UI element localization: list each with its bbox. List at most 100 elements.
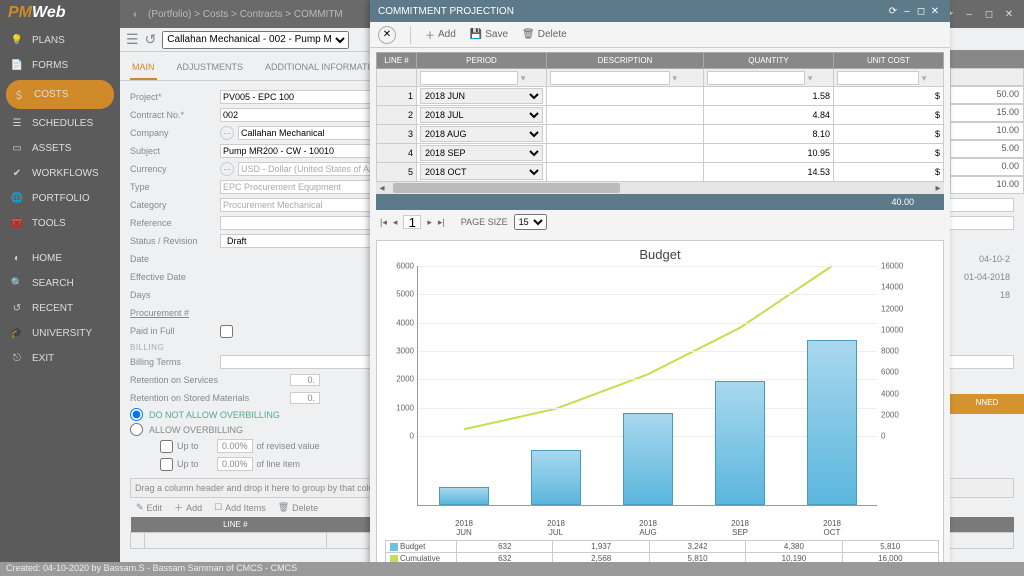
nav-label: EXIT <box>32 353 54 364</box>
sidebar-item-forms[interactable]: 📄FORMS <box>0 53 120 78</box>
cell-desc[interactable] <box>547 125 704 144</box>
cell-period[interactable]: 2018 JUN <box>417 87 547 106</box>
cell-qty[interactable]: 8.10 <box>704 125 834 144</box>
modal-close-icon[interactable]: ✕ <box>928 6 942 17</box>
filter-icon[interactable]: ▾ <box>673 73 678 83</box>
table-row[interactable]: 42018 SEP10.95$ <box>377 144 944 163</box>
page-prev-icon[interactable]: ◂ <box>393 217 398 228</box>
minimize-icon[interactable]: – <box>962 7 976 21</box>
mcol-cost[interactable]: UNIT COST <box>834 53 944 69</box>
page-first-icon[interactable]: |◂ <box>380 217 387 228</box>
table-row[interactable]: 32018 AUG8.10$ <box>377 125 944 144</box>
page-size-select[interactable]: 15 <box>514 214 547 230</box>
modal-refresh-icon[interactable]: ⟳ <box>886 6 900 17</box>
cell-desc[interactable] <box>547 144 704 163</box>
modal-save-button[interactable]: 💾Save <box>470 29 508 40</box>
chk-upto2[interactable] <box>160 458 173 471</box>
scroll-right-icon[interactable]: ▸ <box>932 182 944 194</box>
sidebar-item-portfolio[interactable]: 🌐PORTFOLIO <box>0 186 120 211</box>
cell-qty[interactable]: 10.95 <box>704 144 834 163</box>
table-row[interactable]: 52018 OCT14.53$ <box>377 163 944 182</box>
logo-b: Web <box>32 4 65 21</box>
grid-delete-button[interactable]: 🗑 Delete <box>278 501 318 514</box>
cell-period[interactable]: 2018 JUL <box>417 106 547 125</box>
cell-qty[interactable]: 14.53 <box>704 163 834 182</box>
breadcrumb[interactable]: (Portfolio) > Costs > Contracts > COMMIT… <box>148 9 343 20</box>
bar <box>807 340 857 505</box>
cell-period[interactable]: 2018 SEP <box>417 144 547 163</box>
sidebar-item-costs[interactable]: ＄COSTS <box>6 80 114 109</box>
filter-desc[interactable] <box>550 71 670 85</box>
filter-icon[interactable]: ▾ <box>521 73 526 83</box>
modal-minimize-icon[interactable]: – <box>900 6 914 17</box>
filter-period[interactable] <box>420 71 518 85</box>
back-icon[interactable]: ‹ <box>128 7 142 21</box>
lbl-no-overbill: DO NOT ALLOW OVERBILLING <box>149 410 280 420</box>
lookup-company-icon[interactable]: ⋯ <box>220 126 234 140</box>
right-cell: 0.00 <box>950 158 1024 176</box>
sidebar-item-tools[interactable]: 🧰TOOLS <box>0 211 120 236</box>
scroll-thumb[interactable] <box>393 183 620 193</box>
mcol-period[interactable]: PERIOD <box>417 53 547 69</box>
cell-cost[interactable]: $ <box>834 125 944 144</box>
table-row[interactable]: 22018 JUL4.84$ <box>377 106 944 125</box>
page-next-icon[interactable]: ▸ <box>427 217 432 228</box>
modal-maximize-icon[interactable]: ◻ <box>914 6 928 17</box>
modal-add-button[interactable]: ＋Add <box>425 27 456 42</box>
grid-edit-button[interactable]: ✎ Edit <box>136 501 162 514</box>
sidebar-item-recent[interactable]: ↺RECENT <box>0 296 120 321</box>
filter-qty[interactable] <box>707 71 805 85</box>
cell-qty[interactable]: 1.58 <box>704 87 834 106</box>
tab-adjustments[interactable]: ADJUSTMENTS <box>175 58 246 80</box>
grid-add-button[interactable]: ＋ Add <box>174 501 202 514</box>
col-line[interactable]: LINE # <box>145 517 327 533</box>
cell-period[interactable]: 2018 AUG <box>417 125 547 144</box>
cell-desc[interactable] <box>547 106 704 125</box>
sidebar-item-assets[interactable]: ▭ASSETS <box>0 136 120 161</box>
modal-dismiss-icon[interactable]: ✕ <box>378 26 396 44</box>
rb-no-overbill[interactable] <box>130 408 143 421</box>
modal-delete-button[interactable]: 🗑Delete <box>522 29 567 40</box>
sidebar-item-university[interactable]: 🎓UNIVERSITY <box>0 321 120 346</box>
right-planned-head[interactable]: NNED <box>950 394 1024 414</box>
cell-period[interactable]: 2018 OCT <box>417 163 547 182</box>
filter-icon[interactable]: ▾ <box>808 73 813 83</box>
chk-paid[interactable] <box>220 325 233 338</box>
page-number[interactable] <box>403 215 421 229</box>
history-icon[interactable]: ↺ <box>145 31 157 48</box>
tab-additional[interactable]: ADDITIONAL INFORMATIO <box>263 58 379 80</box>
maximize-icon[interactable]: ◻ <box>982 7 996 21</box>
tab-main[interactable]: MAIN <box>130 58 157 80</box>
sidebar-item-home[interactable]: ◐HOME <box>0 246 120 271</box>
record-selector[interactable]: Callahan Mechanical - 002 - Pump M <box>162 31 349 49</box>
sidebar-item-schedules[interactable]: ☰SCHEDULES <box>0 111 120 136</box>
cell-desc[interactable] <box>547 163 704 182</box>
lookup-currency-icon[interactable]: ⋯ <box>220 162 234 176</box>
filter-cost[interactable] <box>837 71 919 85</box>
mcol-line[interactable]: LINE # <box>377 53 417 69</box>
modal-toolbar: ✕ ＋Add 💾Save 🗑Delete <box>370 22 950 48</box>
list-icon[interactable]: ☰ <box>126 31 139 48</box>
nav-icon: 🎓 <box>10 328 24 339</box>
sidebar-item-plans[interactable]: 💡PLANS <box>0 28 120 53</box>
cell-qty[interactable]: 4.84 <box>704 106 834 125</box>
cell-cost[interactable]: $ <box>834 144 944 163</box>
grid-hscroll[interactable]: ◂ ▸ <box>376 182 944 194</box>
table-row[interactable]: 12018 JUN1.58$ <box>377 87 944 106</box>
cell-cost[interactable]: $ <box>834 106 944 125</box>
mcol-desc[interactable]: DESCRIPTION <box>547 53 704 69</box>
mcol-qty[interactable]: QUANTITY <box>704 53 834 69</box>
close-icon[interactable]: ✕ <box>1002 7 1016 21</box>
sidebar-item-exit[interactable]: ⎋EXIT <box>0 346 120 371</box>
cell-cost[interactable]: $ <box>834 163 944 182</box>
page-last-icon[interactable]: ▸| <box>438 217 445 228</box>
cell-desc[interactable] <box>547 87 704 106</box>
rb-allow-overbill[interactable] <box>130 423 143 436</box>
grid-additems-button[interactable]: ☐ Add Items <box>214 501 266 514</box>
scroll-left-icon[interactable]: ◂ <box>376 182 388 194</box>
filter-icon[interactable]: ▾ <box>922 73 927 83</box>
cell-cost[interactable]: $ <box>834 87 944 106</box>
chk-upto1[interactable] <box>160 440 173 453</box>
sidebar-item-search[interactable]: 🔍SEARCH <box>0 271 120 296</box>
sidebar-item-workflows[interactable]: ✔WORKFLOWS <box>0 161 120 186</box>
